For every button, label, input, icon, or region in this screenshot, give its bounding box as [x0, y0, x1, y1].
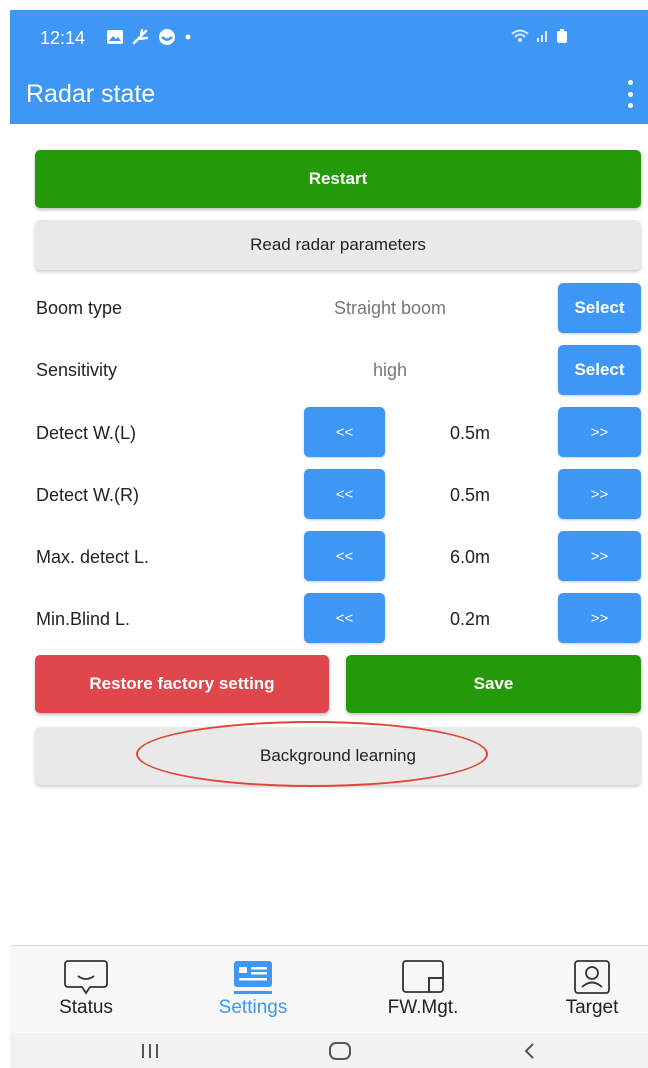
firmware-icon	[402, 960, 444, 993]
status-icons-right	[510, 28, 568, 44]
nav-label-target: Target	[565, 997, 619, 1018]
overflow-menu-icon[interactable]	[626, 80, 634, 108]
settings-icon	[234, 961, 272, 994]
nav-label-status: Status	[59, 997, 113, 1018]
app-notification-icon	[159, 29, 175, 45]
nav-item-target[interactable]: Target	[532, 946, 648, 1034]
status-icons-left	[106, 28, 192, 46]
signal-icon	[537, 31, 547, 42]
home-icon[interactable]	[310, 1037, 370, 1065]
boom-type-select-button[interactable]: Select	[558, 283, 641, 333]
read-radar-parameters-button[interactable]: Read radar parameters	[35, 220, 641, 270]
status-icon	[64, 960, 108, 995]
back-icon[interactable]	[500, 1037, 560, 1065]
recent-apps-glyph	[142, 1044, 158, 1058]
back-glyph	[524, 1043, 534, 1059]
battery-icon	[557, 29, 567, 43]
background-learning-button[interactable]: Background learning	[35, 727, 641, 785]
min-blind-length-value: 0.2m	[449, 609, 491, 629]
wifi-icon	[511, 29, 529, 42]
nav-label-fw-mgt: FW.Mgt.	[387, 997, 459, 1018]
dot-icon	[185, 34, 191, 40]
min-blind-length-increase-button[interactable]: >>	[558, 593, 641, 643]
detect-width-left-label: Detect W.(L)	[36, 423, 137, 443]
app-screen: 12:14 Radar state Restart Read radar par…	[10, 10, 648, 1068]
target-icon	[574, 960, 610, 994]
detect-width-left-value: 0.5m	[449, 423, 491, 443]
boom-type-value: Straight boom	[333, 298, 447, 318]
detect-width-right-label: Detect W.(R)	[36, 485, 140, 505]
save-button[interactable]: Save	[346, 655, 641, 713]
feather-icon	[132, 29, 149, 45]
boom-type-label: Boom type	[36, 298, 123, 318]
min-blind-length-label: Min.Blind L.	[36, 609, 131, 629]
detect-width-left-increase-button[interactable]: >>	[558, 407, 641, 457]
nav-item-status[interactable]: Status	[26, 946, 146, 1034]
max-detect-length-label: Max. detect L.	[36, 547, 150, 567]
sensitivity-value: high	[372, 360, 408, 380]
detect-width-right-increase-button[interactable]: >>	[558, 469, 641, 519]
max-detect-length-decrease-button[interactable]: <<	[304, 531, 385, 581]
nav-item-fw-mgt[interactable]: FW.Mgt.	[363, 946, 483, 1034]
nav-item-settings[interactable]: Settings	[193, 946, 313, 1034]
app-bar: Radar state	[10, 66, 648, 124]
page-title: Radar state	[26, 80, 156, 108]
restart-button[interactable]: Restart	[35, 150, 641, 208]
gallery-icon	[107, 30, 123, 44]
sensitivity-label: Sensitivity	[36, 360, 118, 380]
detect-width-right-value: 0.5m	[449, 485, 491, 505]
status-bar: 12:14	[10, 10, 648, 66]
nav-label-settings: Settings	[218, 997, 288, 1018]
system-navigation-bar	[10, 1033, 648, 1068]
recent-apps-icon[interactable]	[120, 1037, 180, 1065]
max-detect-length-increase-button[interactable]: >>	[558, 531, 641, 581]
restore-factory-setting-button[interactable]: Restore factory setting	[35, 655, 329, 713]
detect-width-right-decrease-button[interactable]: <<	[304, 469, 385, 519]
status-time: 12:14	[40, 28, 86, 48]
detect-width-left-decrease-button[interactable]: <<	[304, 407, 385, 457]
max-detect-length-value: 6.0m	[449, 547, 491, 567]
bottom-navigation: Status Settings FW.Mgt. Target	[10, 945, 648, 1033]
sensitivity-select-button[interactable]: Select	[558, 345, 641, 395]
home-glyph	[329, 1042, 351, 1060]
min-blind-length-decrease-button[interactable]: <<	[304, 593, 385, 643]
